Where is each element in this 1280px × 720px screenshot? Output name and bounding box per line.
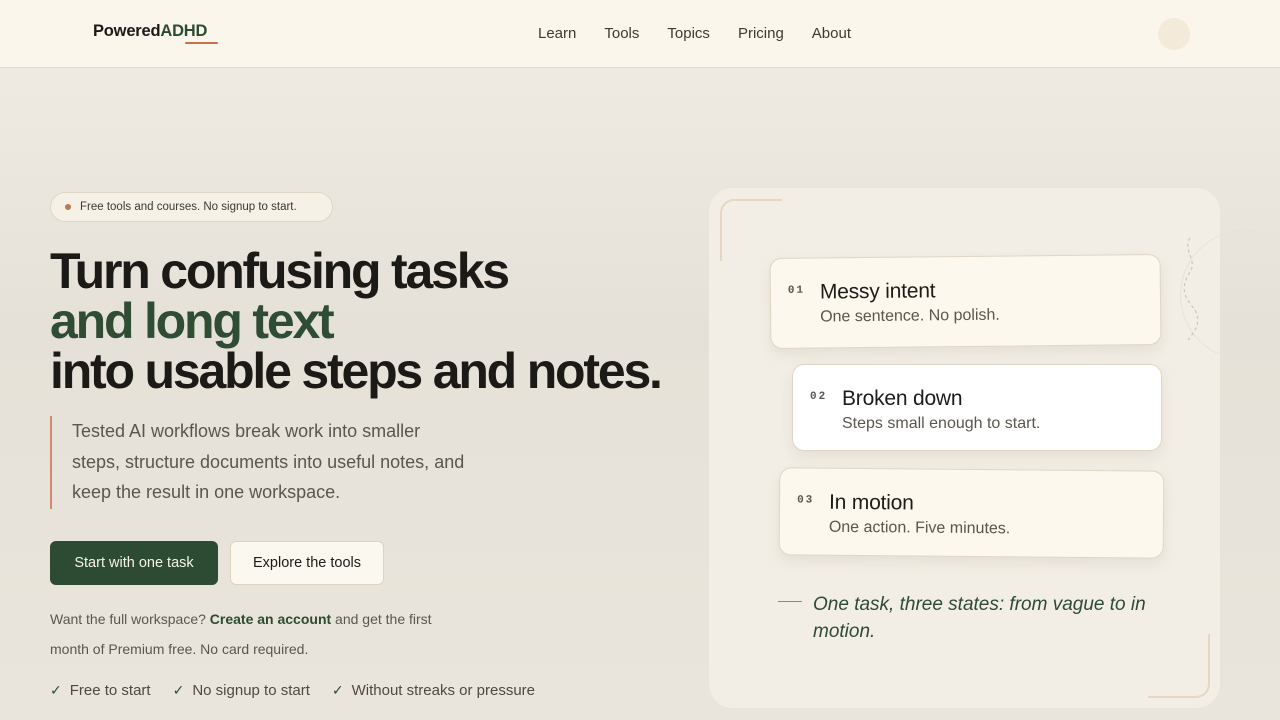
card-title: In motion xyxy=(828,490,914,515)
card-title: Broken down xyxy=(842,387,963,410)
main-nav: Learn Tools Topics Pricing About xyxy=(538,25,879,42)
nav-learn[interactable]: Learn xyxy=(538,25,576,42)
card-subtitle: One sentence. No polish. xyxy=(820,306,1000,326)
check-label: Free to start xyxy=(69,682,151,699)
card-subtitle: One action. Five minutes. xyxy=(828,518,1011,538)
nav-pricing[interactable]: Pricing xyxy=(738,25,784,42)
explore-tools-button[interactable]: Explore the tools xyxy=(230,541,384,585)
check-icon: ✓ xyxy=(50,682,62,698)
start-task-button[interactable]: Start with one task xyxy=(50,541,218,585)
badge-text: Free tools and courses. No signup to sta… xyxy=(80,201,297,213)
check-item: ✓ No signup to start xyxy=(173,682,310,699)
feature-checks: ✓ Free to start ✓ No signup to start ✓ W… xyxy=(50,682,535,699)
hero-lede: Tested AI workflows break work into smal… xyxy=(50,416,470,509)
state-card: 01 Messy intent One sentence. No polish. xyxy=(769,253,1162,350)
check-label: Without streaks or pressure xyxy=(351,682,536,699)
nav-tools[interactable]: Tools xyxy=(604,25,639,42)
card-number: 02 xyxy=(810,391,828,403)
check-label: No signup to start xyxy=(192,682,310,699)
signup-note: Want the full workspace? Create an accou… xyxy=(50,604,460,664)
state-card: 03 In motion One action. Five minutes. xyxy=(778,467,1165,559)
headline-line-2: and long text xyxy=(50,293,335,349)
headline-line-1: Turn confusing tasks xyxy=(50,243,510,299)
headline-line-3: into usable steps and notes. xyxy=(50,343,663,399)
logo-accent: ADHD xyxy=(160,22,208,40)
check-icon: ✓ xyxy=(172,682,185,698)
logo-underline xyxy=(185,42,218,44)
logo[interactable]: PoweredADHD xyxy=(93,22,207,41)
caption-dash xyxy=(778,601,802,602)
site-header: PoweredADHD Learn Tools Topics Pricing A… xyxy=(0,0,1280,68)
avatar[interactable] xyxy=(1158,18,1190,50)
badge-dot-icon xyxy=(65,204,71,210)
panel-caption: One task, three states: from vague to in… xyxy=(813,594,1146,642)
nav-topics[interactable]: Topics xyxy=(667,25,710,42)
decorative-squiggle-icon xyxy=(1183,237,1199,341)
card-number: 03 xyxy=(797,494,815,507)
create-account-link[interactable]: Create an account xyxy=(210,611,331,627)
check-item: ✓ Without streaks or pressure xyxy=(332,682,535,699)
signup-prefix: Want the full workspace? xyxy=(50,611,206,627)
check-item: ✓ Free to start xyxy=(50,682,151,699)
check-icon: ✓ xyxy=(331,682,344,698)
card-number: 01 xyxy=(787,284,806,297)
nav-about[interactable]: About xyxy=(812,25,851,42)
state-card: 02 Broken down Steps small enough to sta… xyxy=(792,364,1162,451)
hero-headline: Turn confusing tasks and long text into … xyxy=(50,243,663,399)
card-title: Messy intent xyxy=(819,279,936,304)
card-subtitle: Steps small enough to start. xyxy=(842,415,1041,432)
corner-bracket-top-left xyxy=(720,199,782,261)
hero-badge: Free tools and courses. No signup to sta… xyxy=(50,192,333,222)
logo-primary: Powered xyxy=(93,22,161,40)
